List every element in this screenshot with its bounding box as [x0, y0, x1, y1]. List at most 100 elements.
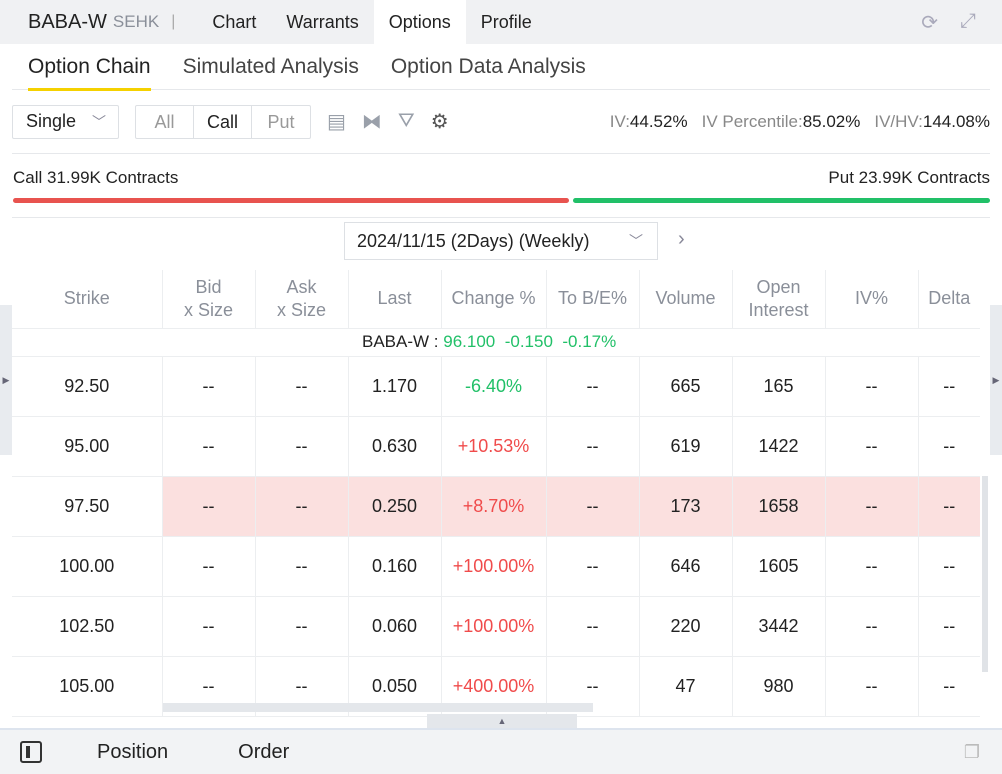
cell: 165	[732, 356, 826, 417]
column-header[interactable]: Volume	[639, 270, 733, 329]
cell: --	[918, 416, 980, 477]
underlying-price: 96.100	[443, 332, 496, 351]
top-bar: BABA-W SEHK | Chart Warrants Options Pro…	[0, 0, 1002, 44]
column-header-label: IV%	[854, 288, 888, 309]
iv-percentile-label: IV Percentile:	[701, 111, 803, 131]
cell: 173	[639, 476, 733, 537]
expand-right-handle[interactable]: ▶	[990, 305, 1002, 455]
iv-hv-label: IV/HV:	[874, 111, 923, 131]
refresh-icon[interactable]: ⟳	[921, 10, 938, 35]
tab-order[interactable]: Order	[238, 741, 289, 764]
cell: +100.00%	[441, 596, 547, 657]
cell: --	[918, 596, 980, 657]
underlying-pct: -0.17%	[562, 332, 617, 351]
next-expiry-icon[interactable]: ›	[678, 228, 685, 251]
tab-position[interactable]: Position	[97, 741, 168, 764]
cell: 0.250	[348, 476, 442, 537]
symbol: BABA-W	[28, 10, 107, 33]
column-header[interactable]: Last	[348, 270, 442, 329]
compare-icon[interactable]: ⧓	[362, 109, 382, 134]
column-header[interactable]: IV%	[825, 270, 919, 329]
table-row[interactable]: 92.50 -- -- 1.170 -6.40% -- 665 165 -- --	[12, 356, 980, 417]
collapse-panel-button[interactable]: ▲	[427, 714, 577, 728]
column-header[interactable]: Change %	[441, 270, 547, 329]
cell: 619	[639, 416, 733, 477]
cell: 47	[639, 656, 733, 717]
fullscreen-icon[interactable]: ⤢	[960, 10, 976, 35]
expiry-select[interactable]: 2024/11/15 (2Days) (Weekly) ﹀	[344, 222, 658, 260]
column-header[interactable]: Ask x Size	[255, 270, 349, 329]
column-header[interactable]: Strike	[12, 270, 163, 329]
cell: 97.50	[12, 476, 163, 537]
cell: --	[162, 356, 256, 417]
type-filter: All Call Put	[135, 104, 311, 139]
cell: --	[546, 356, 640, 417]
subtab-simulated-analysis[interactable]: Simulated Analysis	[183, 44, 359, 90]
underlying-name: BABA-W :	[362, 332, 439, 351]
option-chain-table: Strike Bid x Size Ask x Size Last Change % To B…	[12, 270, 980, 717]
cell: 1.170	[348, 356, 442, 417]
filter-icon[interactable]: ⛛	[398, 110, 415, 133]
vertical-scrollbar[interactable]	[982, 476, 988, 672]
bottom-bar: Position Order ❐	[0, 728, 1002, 774]
strategy-select[interactable]: Single ﹀	[12, 104, 119, 139]
subtab-option-data-analysis[interactable]: Option Data Analysis	[391, 44, 586, 90]
put-contracts: Put 23.99K Contracts	[828, 168, 990, 187]
subtab-option-chain[interactable]: Option Chain	[28, 44, 151, 91]
column-header[interactable]: To B/E%	[546, 270, 640, 329]
column-header-label: Bid	[195, 276, 222, 297]
column-header-label: Open	[756, 276, 801, 297]
table-row[interactable]: 100.00 -- -- 0.160 +100.00% -- 646 1605 -- --	[12, 536, 980, 597]
cell: +10.53%	[441, 416, 547, 477]
filter-all[interactable]: All	[136, 105, 194, 138]
cell: +100.00%	[441, 536, 547, 597]
cell: --	[825, 656, 919, 717]
chevron-down-icon: ﹀	[92, 113, 106, 130]
expand-left-handle[interactable]: ▶	[0, 305, 12, 455]
column-header-label: Interest	[748, 299, 809, 320]
column-header-label: x Size	[276, 299, 327, 320]
exchange: SEHK	[112, 12, 160, 31]
column-header[interactable]: Bid x Size	[162, 270, 256, 329]
cell: --	[255, 476, 349, 537]
iv-hv-value: 144.08%	[922, 111, 990, 131]
cell: --	[162, 476, 256, 537]
cell: 100.00	[12, 536, 163, 597]
cell: --	[546, 536, 640, 597]
tab-chart[interactable]: Chart	[197, 0, 271, 44]
cell: --	[255, 596, 349, 657]
cell: 980	[732, 656, 826, 717]
call-put-ratio-bar	[13, 198, 990, 203]
cell: --	[825, 476, 919, 537]
cell: --	[825, 356, 919, 417]
cell: +8.70%	[441, 476, 547, 537]
column-header[interactable]: Delta	[918, 270, 980, 329]
table-row[interactable]: 97.50 -- -- 0.250 +8.70% -- 173 1658 -- --	[12, 476, 980, 537]
horizontal-scrollbar[interactable]	[163, 703, 593, 712]
filter-put[interactable]: Put	[252, 106, 310, 138]
copy-icon[interactable]: ❐	[964, 742, 980, 763]
filter-call[interactable]: Call	[194, 105, 252, 138]
gear-icon[interactable]: ⚙	[431, 109, 449, 134]
cell: --	[255, 356, 349, 417]
cell: 0.630	[348, 416, 442, 477]
column-header-label: x Size	[183, 299, 234, 320]
cell: 105.00	[12, 656, 163, 717]
table-row[interactable]: 102.50 -- -- 0.060 +100.00% -- 220 3442 -- --	[12, 596, 980, 657]
cell: --	[918, 656, 980, 717]
call-contracts: Call 31.99K Contracts	[13, 168, 179, 187]
iv-percentile-value: 85.02%	[802, 111, 861, 131]
tab-options[interactable]: Options	[373, 0, 466, 44]
column-header[interactable]: Open Interest	[732, 270, 826, 329]
cell: 0.060	[348, 596, 442, 657]
iv-value: 44.52%	[629, 111, 688, 131]
tab-profile[interactable]: Profile	[466, 0, 547, 44]
tab-warrants[interactable]: Warrants	[271, 0, 373, 44]
cell: 1605	[732, 536, 826, 597]
panel-toggle-icon[interactable]	[20, 741, 42, 763]
cell: 95.00	[12, 416, 163, 477]
layout-icon[interactable]: ▤	[327, 109, 346, 134]
table-row[interactable]: 95.00 -- -- 0.630 +10.53% -- 619 1422 -- --	[12, 416, 980, 477]
cell: --	[918, 536, 980, 597]
chevron-down-icon: ﹀	[629, 233, 643, 249]
